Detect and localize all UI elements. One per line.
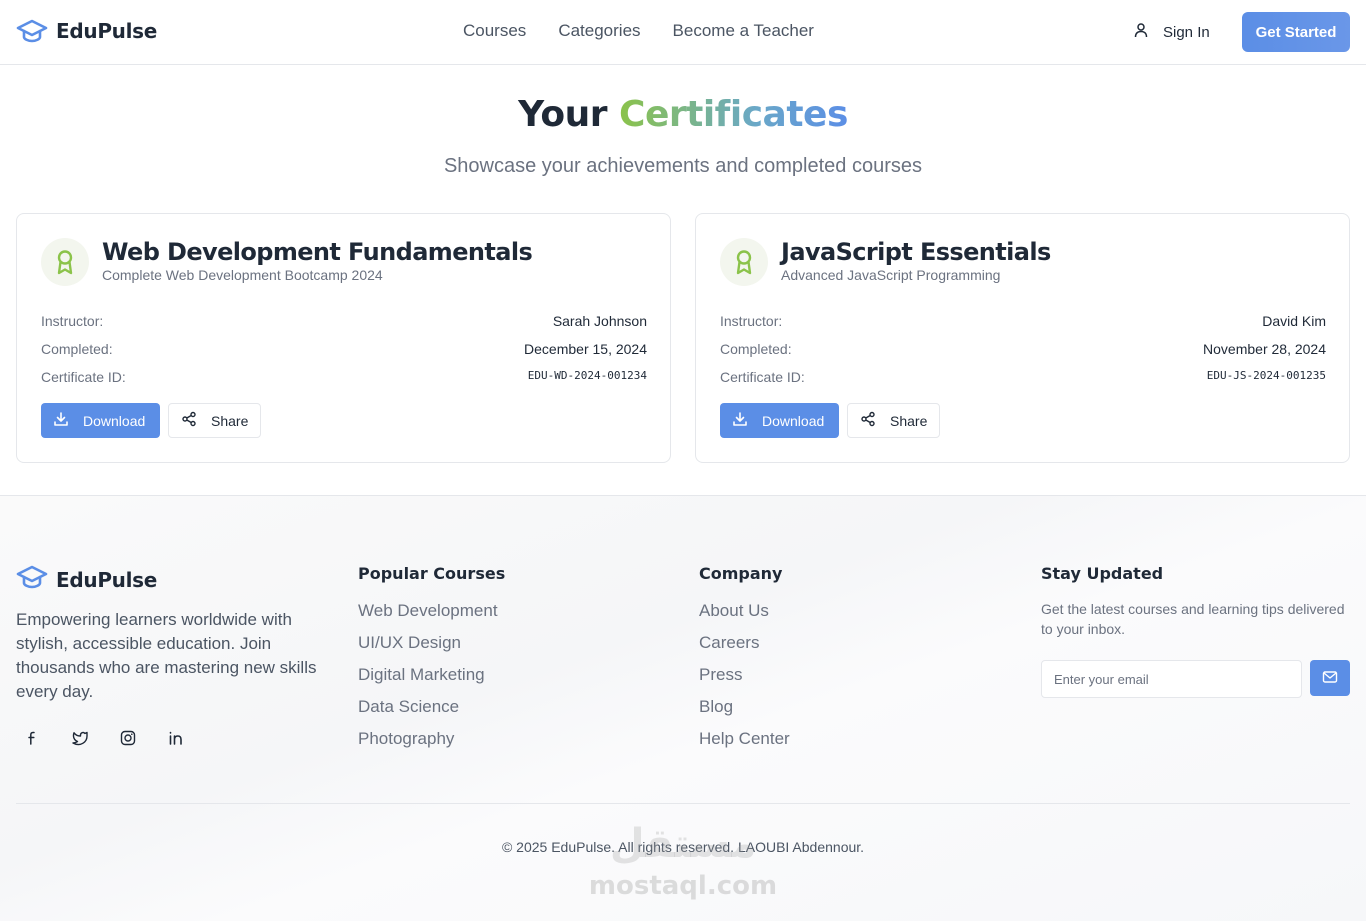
nav-courses[interactable]: Courses [463,21,526,41]
copyright-text: © 2025 EduPulse. All rights reserved. LA… [501,839,865,855]
footer-link-press[interactable]: Press [699,665,790,697]
sign-in-link[interactable]: Sign In [1133,22,1210,42]
footer-link-blog[interactable]: Blog [699,697,790,729]
certificate-title: Web Development Fundamentals [102,238,533,266]
completed-value: December 15, 2024 [524,341,647,357]
twitter-icon[interactable] [64,722,96,754]
share-button[interactable]: Share [847,403,940,438]
footer-link-uiux-design[interactable]: UI/UX Design [358,633,505,665]
completed-value: November 28, 2024 [1203,341,1326,357]
footer-link-photography[interactable]: Photography [358,729,505,761]
certificate-course: Complete Web Development Bootcamp 2024 [102,267,383,283]
footer-description: Empowering learners worldwide with styli… [16,610,317,701]
popular-courses-heading: Popular Courses [358,564,506,583]
instructor-label: Instructor: [720,313,783,329]
footer-link-digital-marketing[interactable]: Digital Marketing [358,665,505,697]
company-heading: Company [699,564,783,583]
page-subtitle: Showcase your achievements and completed… [443,155,923,177]
download-label: Download [83,412,146,429]
newsletter-column: Stay Updated Get the latest courses and … [1041,564,1350,639]
award-icon [720,238,768,286]
certificate-card: JavaScript Essentials Advanced JavaScrip… [695,213,1350,463]
newsletter-text: Get the latest courses and learning tips… [1041,601,1345,637]
graduation-cap-icon [16,564,48,595]
facebook-icon[interactable] [16,722,48,754]
certificate-title: JavaScript Essentials [781,238,1051,266]
completed-row: Completed: November 28, 2024 [720,341,1326,357]
footer-brand-name: EduPulse [56,567,158,592]
user-icon [1133,22,1149,42]
certificate-id-value: EDU-WD-2024-001234 [527,369,647,382]
completed-label: Completed: [720,341,792,357]
newsletter-heading: Stay Updated [1041,564,1164,583]
site-header: EduPulse Courses Categories Become a Tea… [0,0,1366,65]
certificate-id-label: Certificate ID: [41,369,126,385]
nav-become-teacher[interactable]: Become a Teacher [673,21,814,41]
newsletter-email-input[interactable] [1041,660,1302,698]
instructor-row: Instructor: Sarah Johnson [41,313,647,329]
instagram-icon[interactable] [112,722,144,754]
brand-name: EduPulse [56,19,158,43]
page-title-highlight: Certificates [619,94,848,135]
certificate-id-value: EDU-JS-2024-001235 [1206,369,1326,382]
share-button[interactable]: Share [168,403,261,438]
page-title-plain: Your [518,94,607,135]
share-label: Share [890,412,928,429]
footer-divider [16,803,1350,804]
download-icon [53,411,69,430]
sign-in-label: Sign In [1163,23,1210,41]
download-button[interactable]: Download [720,403,839,438]
nav-categories[interactable]: Categories [558,21,640,41]
completed-label: Completed: [41,341,113,357]
completed-row: Completed: December 15, 2024 [41,341,647,357]
site-footer: EduPulse Empowering learners worldwide w… [0,495,1366,921]
download-icon [732,411,748,430]
instructor-value: Sarah Johnson [552,313,647,329]
certificate-course: Advanced JavaScript Programming [781,267,1001,283]
instructor-label: Instructor: [41,313,104,329]
social-links [16,722,192,754]
newsletter-submit-button[interactable] [1310,660,1350,696]
download-button[interactable]: Download [41,403,160,438]
award-icon [41,238,89,286]
certificate-id-row: Certificate ID: EDU-JS-2024-001235 [720,369,1326,385]
share-icon [860,411,876,430]
footer-link-careers[interactable]: Careers [699,633,790,665]
company-column: Company About Us Careers Press Blog Help… [699,564,790,761]
download-label: Download [762,412,825,429]
share-icon [181,411,197,430]
footer-link-about-us[interactable]: About Us [699,601,790,633]
share-label: Share [211,412,249,429]
instructor-value: David Kim [1262,313,1326,329]
instructor-row: Instructor: David Kim [720,313,1326,329]
main-nav: Courses Categories Become a Teacher [463,21,814,41]
page-title: Your Certificates [0,94,1366,135]
certificate-card: Web Development Fundamentals Complete We… [16,213,671,463]
certificate-id-label: Certificate ID: [720,369,805,385]
mail-icon [1322,670,1338,687]
certificate-id-row: Certificate ID: EDU-WD-2024-001234 [41,369,647,385]
linkedin-icon[interactable] [160,722,192,754]
footer-link-web-development[interactable]: Web Development [358,601,505,633]
brand-logo[interactable]: EduPulse [16,18,157,44]
get-started-button[interactable]: Get Started [1242,12,1350,52]
graduation-cap-icon [16,18,48,44]
popular-courses-column: Popular Courses Web Development UI/UX De… [358,564,505,761]
footer-brand-logo[interactable]: EduPulse [16,564,157,595]
footer-link-help-center[interactable]: Help Center [699,729,790,761]
watermark-url: mostaql.com [588,871,778,901]
footer-link-data-science[interactable]: Data Science [358,697,505,729]
mostaql-watermark: مستقل mostaql.com [583,822,783,900]
